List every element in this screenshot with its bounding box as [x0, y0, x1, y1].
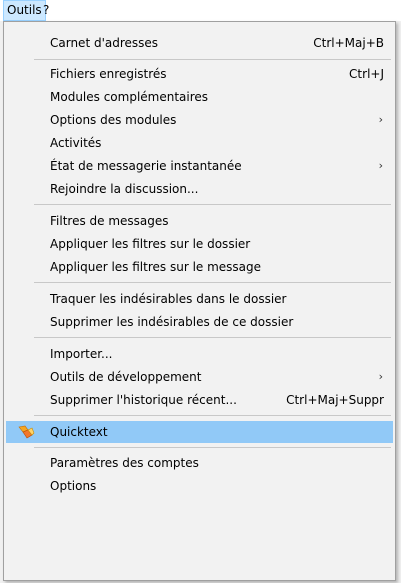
- menu-item-options-des-modules[interactable]: Options des modules ›: [6, 109, 393, 131]
- quicktext-icon: [18, 425, 35, 439]
- menu-item-label: Supprimer les indésirables de ce dossier: [50, 315, 294, 329]
- menu-item-label: Fichiers enregistrés: [50, 67, 167, 81]
- menu-item-label: Importer...: [50, 347, 113, 361]
- menu-item-supprimer-historique[interactable]: Supprimer l'historique récent... Ctrl+Ma…: [6, 389, 393, 411]
- menu-item-label: Appliquer les filtres sur le dossier: [50, 237, 251, 251]
- menu-item-parametres-comptes[interactable]: Paramètres des comptes: [6, 452, 393, 474]
- menu-separator: [34, 282, 391, 283]
- submenu-arrow-icon: ›: [378, 370, 383, 383]
- menu-item-fichiers-enregistres[interactable]: Fichiers enregistrés Ctrl+J: [6, 63, 393, 85]
- submenu-arrow-icon: ›: [378, 159, 383, 172]
- menu-help-label: ?: [43, 3, 50, 17]
- menu-item-label: Filtres de messages: [50, 214, 169, 228]
- menu-item-activites[interactable]: Activités: [6, 132, 393, 154]
- menu-item-label: Options des modules: [50, 113, 177, 127]
- menu-item-label: Activités: [50, 136, 102, 150]
- menu-item-filtres-messages[interactable]: Filtres de messages: [6, 210, 393, 232]
- menu-item-carnet-adresses[interactable]: Carnet d'adresses Ctrl+Maj+B: [6, 32, 393, 54]
- outils-dropdown-menu: Carnet d'adresses Ctrl+Maj+B Fichiers en…: [3, 21, 396, 581]
- menu-item-appliquer-filtres-dossier[interactable]: Appliquer les filtres sur le dossier: [6, 233, 393, 255]
- menu-item-label: Quicktext: [50, 425, 108, 439]
- menu-separator: [34, 59, 391, 60]
- menu-item-label: Outils de développement: [50, 370, 202, 384]
- menu-item-label: Carnet d'adresses: [50, 36, 159, 50]
- menu-item-supprimer-indesirables[interactable]: Supprimer les indésirables de ce dossier: [6, 311, 393, 333]
- menu-item-traquer-indesirables[interactable]: Traquer les indésirables dans le dossier: [6, 288, 393, 310]
- menu-item-shortcut: Ctrl+Maj+B: [313, 36, 384, 50]
- menu-item-modules-complementaires[interactable]: Modules complémentaires: [6, 86, 393, 108]
- menu-item-label: Rejoindre la discussion...: [50, 182, 199, 196]
- menu-item-label: Modules complémentaires: [50, 90, 209, 104]
- menu-item-label: Appliquer les filtres sur le message: [50, 260, 262, 274]
- menu-help[interactable]: ?: [40, 0, 52, 21]
- submenu-arrow-icon: ›: [378, 113, 383, 126]
- menu-item-label: Options: [50, 479, 97, 493]
- menu-separator: [34, 415, 391, 416]
- menu-item-outils-developpement[interactable]: Outils de développement ›: [6, 366, 393, 388]
- menu-bar: Outils ?: [0, 0, 401, 21]
- menu-separator: [34, 447, 391, 448]
- menu-outils-label: Outils: [7, 3, 42, 17]
- menu-item-label: Paramètres des comptes: [50, 456, 199, 470]
- menu-item-appliquer-filtres-message[interactable]: Appliquer les filtres sur le message: [6, 256, 393, 278]
- menu-item-label: Traquer les indésirables dans le dossier: [50, 292, 287, 306]
- menu-separator: [34, 204, 391, 205]
- menu-item-rejoindre-discussion[interactable]: Rejoindre la discussion...: [6, 178, 393, 200]
- menu-item-shortcut: Ctrl+J: [349, 67, 384, 81]
- menu-separator: [34, 337, 391, 338]
- menu-item-options[interactable]: Options: [6, 475, 393, 497]
- menu-item-etat-messagerie[interactable]: État de messagerie instantanée ›: [6, 155, 393, 177]
- menu-item-quicktext[interactable]: Quicktext: [6, 421, 393, 443]
- menu-item-label: État de messagerie instantanée: [50, 159, 242, 173]
- menu-item-label: Supprimer l'historique récent...: [50, 393, 237, 407]
- menu-item-importer[interactable]: Importer...: [6, 343, 393, 365]
- menu-item-shortcut: Ctrl+Maj+Suppr: [286, 393, 384, 407]
